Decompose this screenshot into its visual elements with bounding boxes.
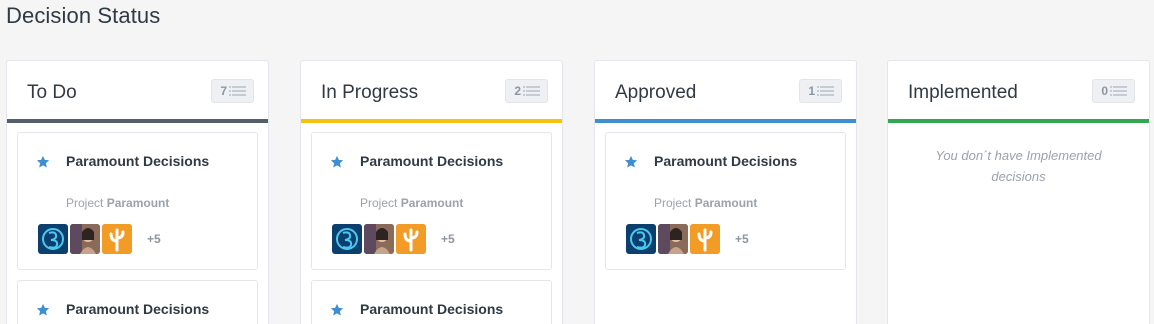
column-approved: Approved 1 Paramount Decisions Project P… bbox=[594, 60, 857, 324]
user-photo-avatar[interactable] bbox=[364, 224, 394, 254]
cactus-avatar[interactable] bbox=[396, 224, 426, 254]
cactus-avatar[interactable] bbox=[690, 224, 720, 254]
column-title: To Do bbox=[27, 82, 77, 103]
column-implemented: Implemented 0 You don´t have Implemented… bbox=[887, 60, 1150, 324]
card-title[interactable]: Paramount Decisions bbox=[360, 299, 530, 319]
column-header: In Progress 2 bbox=[301, 61, 562, 123]
count-number: 1 bbox=[808, 84, 815, 98]
user-photo-avatar[interactable] bbox=[70, 224, 100, 254]
card-title[interactable]: Paramount Decisions bbox=[654, 151, 824, 171]
card-title[interactable]: Paramount Decisions bbox=[66, 151, 236, 171]
star-icon[interactable] bbox=[330, 303, 344, 317]
count-badge[interactable]: 7 bbox=[211, 79, 254, 103]
list-icon bbox=[229, 86, 246, 96]
card-project: Project Paramount bbox=[66, 196, 170, 210]
decision-card[interactable]: Paramount Decisions Project Paramount +5 bbox=[605, 132, 846, 270]
count-number: 0 bbox=[1101, 84, 1108, 98]
card-project: Project Paramount bbox=[360, 196, 464, 210]
star-icon[interactable] bbox=[36, 155, 50, 169]
column-title: Implemented bbox=[908, 82, 1018, 103]
user-photo-avatar[interactable] bbox=[658, 224, 688, 254]
star-icon[interactable] bbox=[36, 303, 50, 317]
compass-logo-avatar[interactable] bbox=[626, 224, 656, 254]
list-icon bbox=[523, 86, 540, 96]
column-header: To Do 7 bbox=[7, 61, 268, 123]
card-title[interactable]: Paramount Decisions bbox=[66, 299, 236, 319]
column-title: In Progress bbox=[321, 82, 419, 103]
cactus-avatar[interactable] bbox=[102, 224, 132, 254]
count-badge[interactable]: 0 bbox=[1092, 79, 1135, 103]
count-badge[interactable]: 1 bbox=[799, 79, 842, 103]
list-icon bbox=[817, 86, 834, 96]
kanban-board: To Do 7 Paramount Decisions Project Para… bbox=[6, 60, 1154, 324]
count-number: 7 bbox=[220, 84, 227, 98]
member-avatars: +5 bbox=[38, 224, 161, 254]
member-avatars: +5 bbox=[332, 224, 455, 254]
count-badge[interactable]: 2 bbox=[505, 79, 548, 103]
column-header: Implemented 0 bbox=[888, 61, 1149, 123]
column-to-do: To Do 7 Paramount Decisions Project Para… bbox=[6, 60, 269, 324]
page-title: Decision Status bbox=[6, 3, 161, 28]
list-icon bbox=[1110, 86, 1127, 96]
more-members-count[interactable]: +5 bbox=[441, 232, 455, 246]
decision-card[interactable]: Paramount Decisions Project Paramount +5 bbox=[311, 132, 552, 270]
star-icon[interactable] bbox=[624, 155, 638, 169]
member-avatars: +5 bbox=[626, 224, 749, 254]
empty-state-message: You don´t have Implemented decisions bbox=[935, 148, 1102, 184]
count-number: 2 bbox=[514, 84, 521, 98]
card-title[interactable]: Paramount Decisions bbox=[360, 151, 530, 171]
more-members-count[interactable]: +5 bbox=[147, 232, 161, 246]
decision-card[interactable]: Paramount Decisions bbox=[311, 280, 552, 324]
decision-card[interactable]: Paramount Decisions Project Paramount +5 bbox=[17, 132, 258, 270]
decision-card[interactable]: Paramount Decisions bbox=[17, 280, 258, 324]
column-title: Approved bbox=[615, 82, 697, 103]
column-in-progress: In Progress 2 Paramount Decisions Projec… bbox=[300, 60, 563, 324]
column-header: Approved 1 bbox=[595, 61, 856, 123]
compass-logo-avatar[interactable] bbox=[332, 224, 362, 254]
more-members-count[interactable]: +5 bbox=[735, 232, 749, 246]
star-icon[interactable] bbox=[330, 155, 344, 169]
card-project: Project Paramount bbox=[654, 196, 758, 210]
compass-logo-avatar[interactable] bbox=[38, 224, 68, 254]
